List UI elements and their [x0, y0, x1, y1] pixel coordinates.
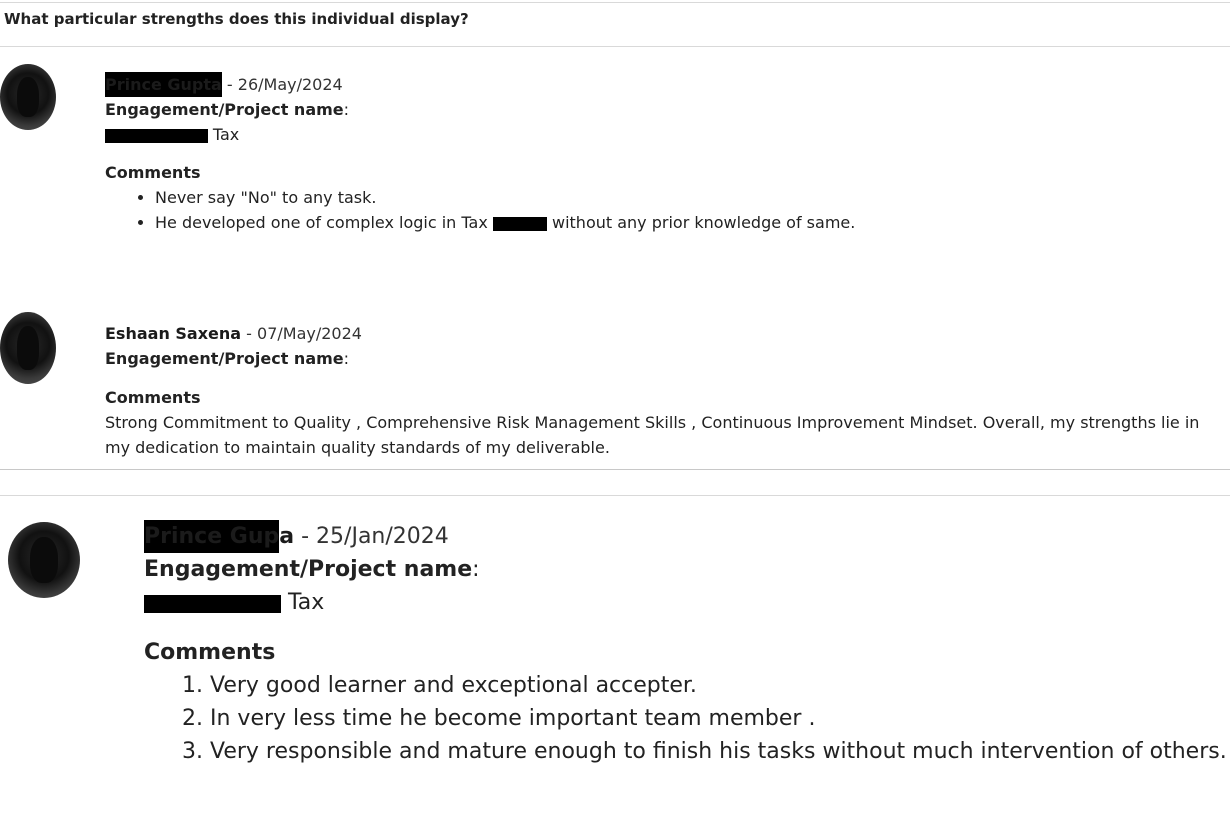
comment-item: Never say "No" to any task. — [155, 185, 855, 210]
project-name: Digital Corporate Tax — [105, 125, 240, 144]
author-line: Prince Gupta - 26/May/2024 — [105, 72, 855, 97]
author-line: Eshaan Saxena - 07/May/2024 — [105, 321, 1223, 346]
avatar — [0, 312, 56, 384]
comment-text: Strong Commitment to Quality , Comprehen… — [105, 413, 1200, 457]
project-label: Engagement/Project name — [105, 100, 344, 119]
section-divider — [0, 495, 1230, 496]
project-label-line: Engagement/Project name: — [105, 349, 350, 368]
avatar — [8, 522, 80, 598]
redacted-author-name: Prince Gup — [144, 520, 280, 553]
comment-item: He developed one of complex logic in Tax… — [155, 210, 855, 235]
comments-label: Comments — [105, 388, 201, 407]
feedback-entry: Eshaan Saxena - 07/May/2024 Engagement/P… — [105, 321, 1223, 460]
section-divider — [0, 469, 1230, 470]
redacted-text: Provision — [492, 217, 547, 231]
project-name: Digital Corporate Tax — [144, 590, 325, 615]
project-label-line: Engagement/Project name: — [144, 557, 480, 582]
project-label-line: Engagement/Project name: — [105, 100, 350, 119]
comment-item: Very responsible and mature enough to fi… — [210, 735, 1227, 768]
comment-item: In very less time he become important te… — [210, 702, 1227, 735]
comments-label: Comments — [105, 163, 201, 182]
redacted-project-name: Digital Corporate — [144, 594, 281, 613]
question-heading: What particular strengths does this indi… — [4, 10, 469, 28]
avatar — [0, 64, 56, 130]
top-divider — [0, 2, 1230, 3]
feedback-entry: Prince Gupa - 25/Jan/2024 Engagement/Pro… — [144, 520, 1227, 768]
question-divider — [0, 46, 1230, 47]
author-name: Eshaan Saxena — [105, 324, 242, 343]
feedback-date: - 07/May/2024 — [241, 324, 362, 343]
project-label: Engagement/Project name — [105, 349, 344, 368]
feedback-entry: Prince Gupta - 26/May/2024 Engagement/Pr… — [105, 72, 855, 235]
comments-list: Never say "No" to any task. He developed… — [105, 185, 855, 235]
author-line: Prince Gupa - 25/Jan/2024 — [144, 520, 1227, 553]
redacted-project-name: Digital Corporate — [105, 129, 208, 143]
comment-item: Very good learner and exceptional accept… — [210, 669, 1227, 702]
comments-list: Very good learner and exceptional accept… — [144, 669, 1227, 768]
redacted-author-name: Prince Gupta — [105, 72, 222, 97]
comments-label: Comments — [144, 640, 276, 665]
feedback-date: - 26/May/2024 — [221, 75, 343, 94]
feedback-date: - 25/Jan/2024 — [294, 524, 449, 549]
project-label: Engagement/Project name — [144, 557, 473, 582]
